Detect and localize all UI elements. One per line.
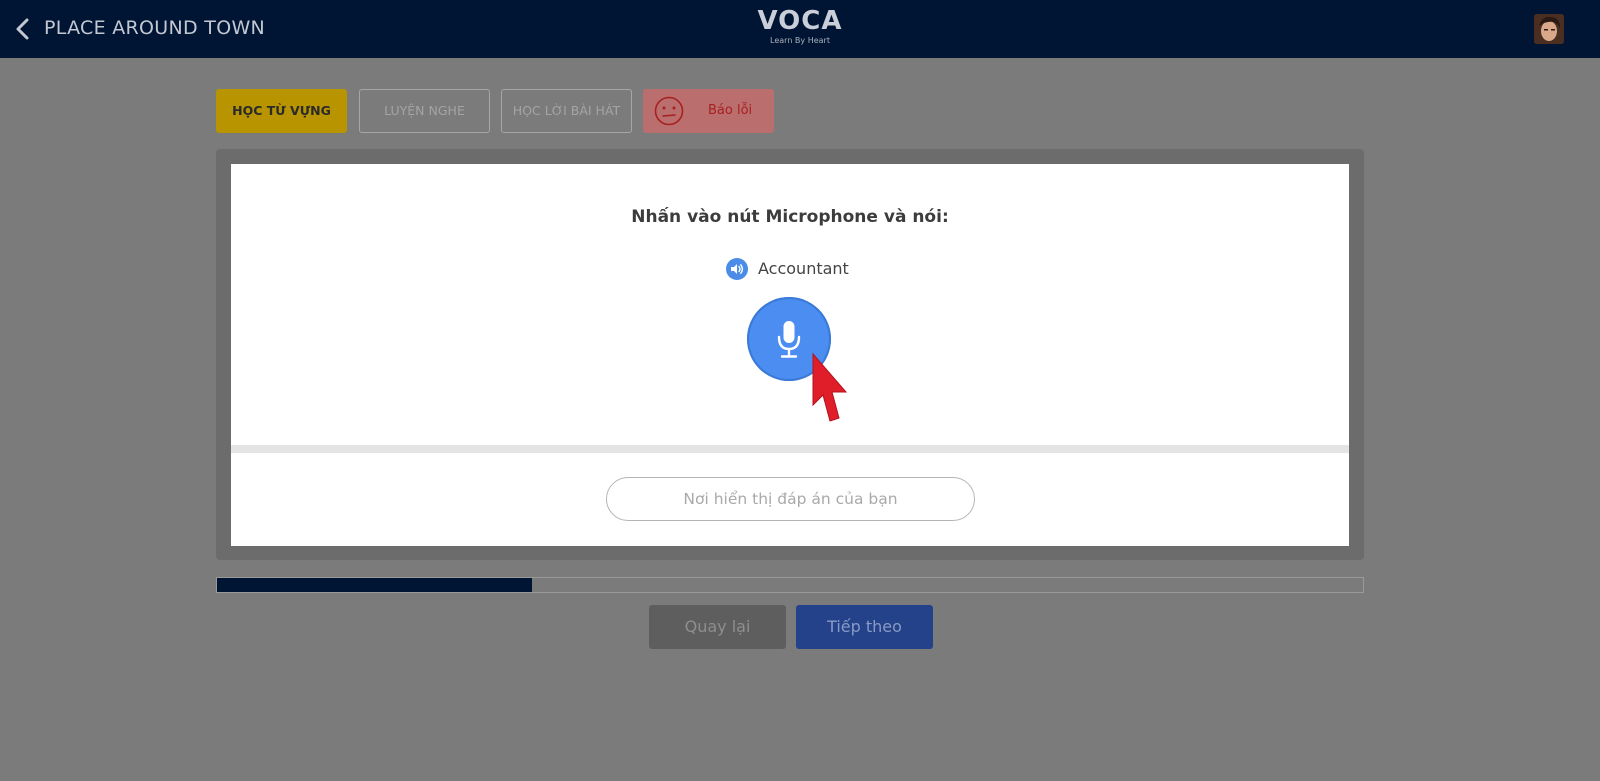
lesson-progress-bar	[216, 577, 1364, 593]
card-divider	[231, 445, 1349, 453]
microphone-icon	[777, 321, 801, 358]
voca-logo[interactable]: VOCA Learn By Heart	[752, 6, 848, 50]
mouse-cursor-icon	[810, 352, 850, 422]
app-header: PLACE AROUND TOWN VOCA Learn By Heart	[0, 0, 1600, 58]
back-chevron-icon[interactable]	[12, 17, 34, 41]
report-error-label: Báo lỗi	[708, 103, 753, 118]
speaker-icon[interactable]	[726, 258, 748, 280]
next-button[interactable]: Tiếp theo	[796, 605, 933, 649]
logo-tagline: Learn By Heart	[770, 36, 830, 45]
target-word: Accountant	[758, 259, 849, 278]
previous-button[interactable]: Quay lại	[649, 605, 786, 649]
tab-listening[interactable]: LUYỆN NGHE	[359, 89, 490, 133]
logo-wordmark: VOCA	[757, 6, 843, 36]
user-avatar[interactable]	[1534, 14, 1564, 44]
tab-lyrics[interactable]: HỌC LỜI BÀI HÁT	[501, 89, 632, 133]
confused-face-icon	[654, 96, 684, 126]
tab-vocabulary[interactable]: HỌC TỪ VỰNG	[216, 89, 347, 133]
answer-display-field[interactable]: Nơi hiển thị đáp án của bạn	[606, 477, 975, 521]
instruction-text: Nhấn vào nút Microphone và nói:	[631, 207, 949, 227]
page-title: PLACE AROUND TOWN	[44, 17, 266, 39]
report-error-button[interactable]: Báo lỗi	[643, 89, 774, 133]
lesson-progress-fill	[217, 578, 533, 592]
